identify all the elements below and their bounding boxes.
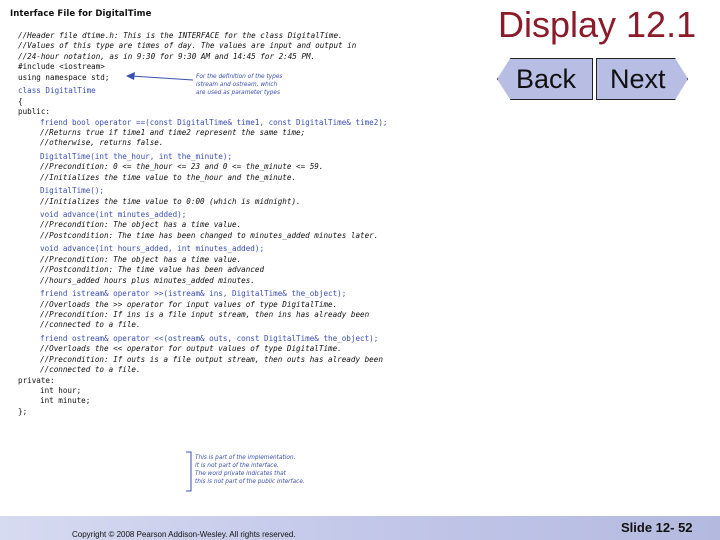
annotation-line: For the definition of the types <box>196 74 283 80</box>
next-button[interactable]: Next <box>596 58 688 100</box>
slide-number: Slide 12- 52 <box>621 520 693 535</box>
code-line: friend ostream& operator <<(ostream& out… <box>40 333 379 343</box>
code-line: //Header file dtime.h: This is the INTER… <box>18 31 343 40</box>
annotation-line: It is not part of the interface. <box>195 463 279 469</box>
annotation-line: The word private indicates that <box>195 471 286 477</box>
code-line: //Precondition: The object has a time va… <box>40 220 242 230</box>
code-line: //Precondition: 0 <= the_hour <= 23 and … <box>40 162 324 172</box>
code-line: //Initializes the time value to 0:00 (wh… <box>40 196 301 206</box>
code-line: //connected to a file. <box>40 365 141 375</box>
code-line: //Values of this type are times of day. … <box>18 41 357 51</box>
code-line: }; <box>18 406 28 416</box>
annotation-line: are used as parameter types <box>196 90 280 96</box>
code-line: { <box>18 96 23 106</box>
code-line: friend istream& operator >>(istream& ins… <box>40 289 347 299</box>
private-annotation: This is part of the implementation. It i… <box>195 454 305 486</box>
code-line: //Precondition: If ins is a file input s… <box>40 309 370 319</box>
annotation-line: this is not part of the public interface… <box>195 479 305 485</box>
iostream-annotation: For the definition of the types istream … <box>196 73 282 97</box>
code-line: void advance(int minutes_added); <box>40 210 187 219</box>
code-line: //Overloads the << operator for output v… <box>40 344 342 354</box>
code-line: //connected to a file. <box>40 320 141 330</box>
copyright-notice: Copyright © 2008 Pearson Addison-Wesley.… <box>72 530 296 539</box>
code-line: //Returns true if time1 and time2 repres… <box>40 127 306 137</box>
code-line: //Precondition: The object has a time va… <box>40 254 242 264</box>
annotation-line: This is part of the implementation. <box>195 455 296 461</box>
code-line: //Postcondition: The time value has been… <box>40 265 265 275</box>
code-line: //otherwise, returns false. <box>40 138 164 148</box>
code-line: //Precondition: If outs is a file output… <box>40 354 383 364</box>
code-line: void advance(int hours_added, int minute… <box>40 244 265 254</box>
code-line: //Overloads the >> operator for input va… <box>40 299 338 309</box>
code-line: //hours_added hours plus minutes_added m… <box>40 275 255 285</box>
slide-title: Display 12.1 <box>498 4 697 45</box>
figure-title: Interface File for DigitalTime <box>10 9 152 19</box>
code-line: //Postcondition: The time has been chang… <box>40 230 379 240</box>
back-button[interactable]: Back <box>497 58 593 100</box>
code-line: //24-hour notation, as in 9:30 for 9:30 … <box>18 51 316 61</box>
code-line: DigitalTime(); <box>40 186 105 196</box>
code-line: DigitalTime(int the_hour, int the_minute… <box>40 151 233 161</box>
code-figure: Interface File for DigitalTime //Header … <box>0 0 440 512</box>
code-line: private: <box>18 375 55 385</box>
code-line: int hour; <box>40 386 82 395</box>
code-line: int minute; <box>40 396 91 406</box>
code-line: friend bool operator ==(const DigitalTim… <box>40 117 388 127</box>
code-line: //Initializes the time value to the_hour… <box>40 172 297 182</box>
annotation-line: istream and ostream, which <box>196 82 278 88</box>
code-line: #include <iostream> <box>18 62 105 72</box>
code-line: public: <box>18 107 51 117</box>
